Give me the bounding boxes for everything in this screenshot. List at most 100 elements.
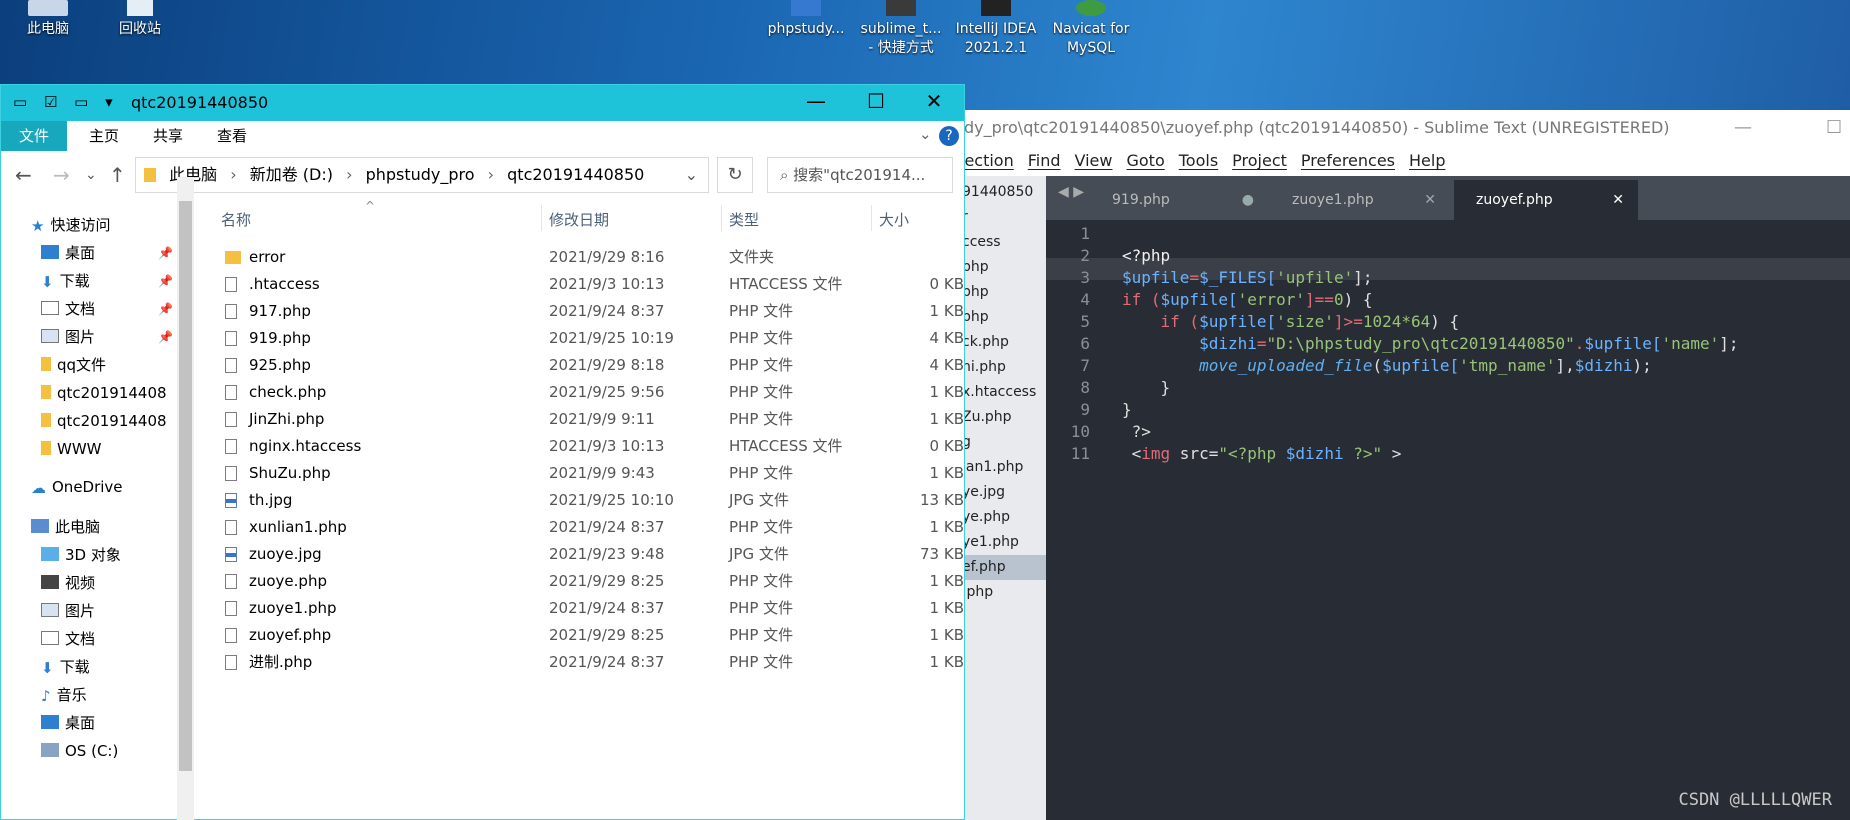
nav-item-pictures[interactable]: 图片 📌 [41, 323, 177, 351]
nav-item-videos[interactable]: 视频 [41, 569, 95, 597]
tab-zuoye1[interactable]: zuoye1.php ✕ [1270, 180, 1450, 220]
desktop-icon-navicat[interactable]: Navicat for MySQL [1045, 0, 1137, 58]
column-header-size[interactable]: 大小 [879, 209, 909, 230]
menu-selection[interactable]: lection [960, 151, 1014, 170]
menu-tools[interactable]: Tools [1179, 151, 1218, 170]
nav-item-downloads[interactable]: ⬇ 下载 📌 [41, 267, 177, 295]
file-row[interactable]: JinZhi.php 2021/9/9 9:11 PHP 文件 1 KB [195, 406, 964, 433]
pin-icon[interactable]: 📌 [158, 239, 173, 267]
file-row[interactable]: 919.php 2021/9/25 10:19 PHP 文件 4 KB [195, 325, 964, 352]
sidebar-file[interactable]: ck.php [960, 330, 1046, 355]
menu-view[interactable]: View [1075, 151, 1113, 170]
sidebar-file[interactable]: hi.php [960, 355, 1046, 380]
pin-icon[interactable]: 📌 [158, 323, 173, 351]
sidebar-file[interactable]: r [960, 205, 1046, 230]
file-row[interactable]: 进制.php 2021/9/24 8:37 PHP 文件 1 KB [195, 649, 964, 676]
column-divider[interactable] [721, 205, 722, 231]
file-row[interactable]: zuoye.php 2021/9/29 8:25 PHP 文件 1 KB [195, 568, 964, 595]
maximize-button[interactable]: ☐ [1826, 110, 1842, 146]
nav-item-documents[interactable]: 文档 [41, 625, 95, 653]
column-header-name[interactable]: 名称 [221, 209, 251, 230]
menu-help[interactable]: Help [1409, 151, 1445, 170]
nav-item-music[interactable]: ♪ 音乐 [41, 681, 87, 709]
file-row[interactable]: zuoye.jpg 2021/9/23 9:48 JPG 文件 73 KB [195, 541, 964, 568]
file-row[interactable]: zuoye1.php 2021/9/24 8:37 PHP 文件 1 KB [195, 595, 964, 622]
file-row[interactable]: 917.php 2021/9/24 8:37 PHP 文件 1 KB [195, 298, 964, 325]
menu-preferences[interactable]: Preferences [1301, 151, 1395, 170]
desktop-icon-this-pc[interactable]: 此电脑 [2, 0, 94, 39]
tab-share[interactable]: 共享 [135, 121, 201, 151]
nav-item-downloads[interactable]: ⬇ 下载 [41, 653, 90, 681]
sidebar-file[interactable]: ye.jpg [960, 480, 1046, 505]
nav-onedrive[interactable]: ☁ OneDrive [31, 473, 123, 501]
code-editor[interactable]: 1 2 3 4 5 6 7 8 9 10 11 <?php $upfile=$_… [1046, 220, 1850, 820]
nav-pane-scrollbar[interactable] [177, 177, 194, 820]
column-divider[interactable] [871, 205, 872, 231]
close-button[interactable]: ✕ [919, 89, 949, 113]
tab-home[interactable]: 主页 [71, 121, 137, 151]
file-row[interactable]: nginx.htaccess 2021/9/3 10:13 HTACCESS 文件 0… [195, 433, 964, 460]
breadcrumb-phpstudy[interactable]: phpstudy_pro [366, 165, 475, 184]
sidebar-file[interactable]: Zu.php [960, 405, 1046, 430]
minimize-button[interactable]: — [801, 89, 831, 113]
maximize-button[interactable]: ☐ [861, 89, 891, 113]
sidebar-file[interactable]: .php [960, 580, 1046, 605]
nav-item-desktop[interactable]: 桌面 📌 [41, 239, 177, 267]
file-row[interactable]: .htaccess 2021/9/3 10:13 HTACCESS 文件 0 KB [195, 271, 964, 298]
desktop-icon-phpstudy[interactable]: phpstudy... [760, 0, 852, 39]
pin-icon[interactable]: 📌 [158, 295, 173, 323]
sidebar-file[interactable]: php [960, 305, 1046, 330]
chevron-down-icon[interactable]: ⌄ [685, 158, 698, 192]
menu-project[interactable]: Project [1232, 151, 1287, 170]
sidebar-file[interactable]: ye1.php [960, 530, 1046, 555]
nav-item-www[interactable]: WWW [41, 435, 102, 463]
nav-item-folder[interactable]: qtc201914408 [41, 407, 167, 435]
file-row[interactable]: zuoyef.php 2021/9/29 8:25 PHP 文件 1 KB [195, 622, 964, 649]
file-row[interactable]: th.jpg 2021/9/25 10:10 JPG 文件 13 KB [195, 487, 964, 514]
sidebar-file[interactable]: g [960, 430, 1046, 455]
column-header-type[interactable]: 类型 [729, 209, 759, 230]
sidebar-file[interactable]: x.htaccess [960, 380, 1046, 405]
nav-item-folder[interactable]: qtc201914408 [41, 379, 167, 407]
tab-file[interactable]: 文件 [1, 121, 68, 151]
nav-item-documents[interactable]: 文档 📌 [41, 295, 177, 323]
search-input[interactable]: ⌕ 搜索"qtc201914... [767, 157, 953, 193]
back-arrow-icon[interactable]: ← [15, 163, 32, 187]
nav-item-desktop[interactable]: 桌面 [41, 709, 95, 737]
sidebar-file-selected[interactable]: ef.php [960, 555, 1046, 580]
close-icon[interactable]: ✕ [1612, 180, 1624, 220]
nav-item-qq[interactable]: qq文件 [41, 351, 106, 379]
menu-goto[interactable]: Goto [1126, 151, 1164, 170]
minimize-button[interactable]: — [1734, 110, 1752, 146]
sidebar-file[interactable]: ian1.php [960, 455, 1046, 480]
file-row[interactable]: ShuZu.php 2021/9/9 9:43 PHP 文件 1 KB [195, 460, 964, 487]
dropdown-icon[interactable]: ▾ [105, 93, 119, 111]
tab-scroll-arrows-icon[interactable]: ◀ ▶ [1058, 184, 1084, 200]
chevron-down-icon[interactable]: ⌄ [919, 125, 932, 143]
nav-this-pc[interactable]: 此电脑 [31, 513, 100, 541]
breadcrumb-current[interactable]: qtc20191440850 [507, 165, 644, 184]
nav-quick-access[interactable]: ★ 快速访问 [31, 211, 110, 239]
pin-icon[interactable]: 📌 [158, 267, 173, 295]
tab-modified-icon[interactable]: ● [1242, 180, 1254, 220]
sidebar-folder[interactable]: 91440850 [960, 180, 1046, 205]
column-header-date[interactable]: 修改日期 [549, 209, 609, 230]
sidebar-file[interactable]: php [960, 280, 1046, 305]
nav-item-pictures[interactable]: 图片 [41, 597, 95, 625]
address-bar[interactable]: 此电脑 › 新加卷 (D:) › phpstudy_pro › qtc20191… [135, 157, 709, 193]
desktop-icon-recycle-bin[interactable]: 回收站 [94, 0, 186, 39]
help-icon[interactable]: ? [939, 126, 959, 146]
file-row[interactable]: 925.php 2021/9/29 8:18 PHP 文件 4 KB [195, 352, 964, 379]
sidebar-file[interactable]: ye.php [960, 505, 1046, 530]
sidebar-file[interactable]: php [960, 255, 1046, 280]
refresh-button[interactable]: ↻ [717, 157, 753, 193]
scrollbar-thumb[interactable] [179, 201, 192, 771]
desktop-icon-sublime[interactable]: sublime_t... - 快捷方式 [855, 0, 947, 58]
quick-access-toolbar[interactable]: ▭ ☑ ▭ ▾ [13, 93, 119, 111]
close-icon[interactable]: ✕ [1424, 180, 1436, 220]
breadcrumb-drive-d[interactable]: 新加卷 (D:) [250, 165, 333, 184]
tab-view[interactable]: 查看 [199, 121, 265, 151]
nav-item-os-c[interactable]: OS (C:) [41, 737, 118, 765]
forward-arrow-icon[interactable]: → [53, 163, 70, 187]
sidebar-file[interactable]: ccess [960, 230, 1046, 255]
